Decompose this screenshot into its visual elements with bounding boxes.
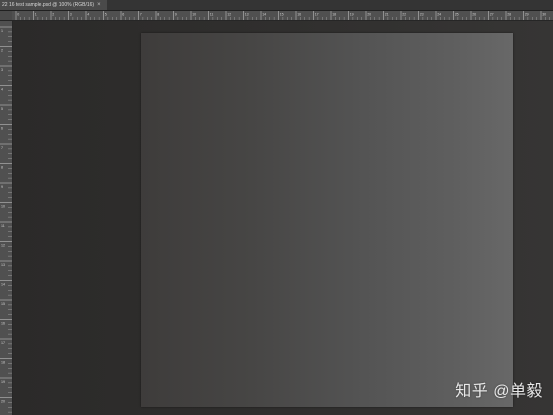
horizontal-ruler-ticks: 0 1 2 3 4 5 6 7 8 9 10 11 12 13 14 15 16 17 18 19 20 21 22 23 24… [15, 11, 550, 20]
ruler-label: 17 [315, 13, 319, 17]
ruler-label: 14 [262, 13, 266, 17]
vertical-ruler-ticks: 1234567891011121314151617181920 [0, 26, 12, 413]
ruler-label: 19 [1, 380, 5, 384]
ruler-label: 12 [1, 244, 5, 248]
ruler-label: 2 [52, 13, 54, 17]
ruler-label: 20 [367, 13, 371, 17]
ruler-label: 26 [472, 13, 476, 17]
ruler-label: 0 [17, 13, 19, 17]
ruler-label: 5 [105, 13, 107, 17]
document-tab-label: 22 16 test sample.psd @ 100% (RGB/16) [2, 2, 95, 8]
vertical-ruler[interactable]: 1 2 3 4 5 6 7 8 9 10 11 12 13 14 15 16 17 18 19 20 [0, 21, 13, 415]
ruler-label: 7 [1, 146, 3, 150]
ruler-label: 8 [157, 13, 159, 17]
ruler-label: 28 [507, 13, 511, 17]
ruler-label: 20 [1, 400, 5, 404]
ruler-label: 3 [1, 68, 3, 72]
ruler-label: 4 [1, 88, 3, 92]
ruler-label: 16 [297, 13, 301, 17]
document-tab-bar: 22 16 test sample.psd @ 100% (RGB/16) × [0, 0, 553, 11]
photoshop-workspace: 22 16 test sample.psd @ 100% (RGB/16) × … [0, 0, 553, 415]
ruler-label: 25 [455, 13, 459, 17]
document-tab[interactable]: 22 16 test sample.psd @ 100% (RGB/16) × [0, 0, 107, 10]
ruler-label: 11 [210, 13, 214, 17]
ruler-label: 18 [1, 361, 5, 365]
ruler-label: 21 [385, 13, 389, 17]
ruler-label: 16 [1, 322, 5, 326]
ruler-label: 27 [490, 13, 494, 17]
ruler-label: 22 [402, 13, 406, 17]
ruler-label: 2 [1, 49, 3, 53]
document-canvas[interactable] [141, 33, 513, 407]
ruler-label: 7 [140, 13, 142, 17]
ruler-label: 18 [332, 13, 336, 17]
ruler-label: 10 [1, 205, 5, 209]
ruler-label: 4 [87, 13, 89, 17]
ruler-label: 8 [1, 166, 3, 170]
ruler-label: 23 [420, 13, 424, 17]
watermark-text: 知乎 @单毅 [455, 383, 543, 400]
ruler-label: 6 [122, 13, 124, 17]
ruler-label: 24 [437, 13, 441, 17]
ruler-label: 3 [70, 13, 72, 17]
ruler-label: 14 [1, 283, 5, 287]
ruler-label: 9 [175, 13, 177, 17]
ruler-label: 11 [1, 224, 5, 228]
ruler-label: 10 [192, 13, 196, 17]
ruler-label: 6 [1, 127, 3, 131]
ruler-label: 15 [1, 302, 5, 306]
close-icon[interactable]: × [97, 0, 101, 10]
ruler-label: 29 [525, 13, 529, 17]
horizontal-ruler[interactable]: 0 1 2 3 4 5 6 7 8 9 10 11 12 13 14 15 16 17 18 19 20 21 22 23 24… [12, 11, 553, 21]
ruler-label: 5 [1, 107, 3, 111]
ruler-label: 12 [227, 13, 231, 17]
ruler-label: 17 [1, 341, 5, 345]
ruler-label: 1 [35, 13, 37, 17]
ruler-label: 13 [1, 263, 5, 267]
ruler-label: 13 [245, 13, 249, 17]
ruler-label: 15 [280, 13, 284, 17]
ruler-label: 9 [1, 185, 3, 189]
ruler-label: 30 [542, 13, 546, 17]
ruler-label: 19 [350, 13, 354, 17]
ruler-label: 1 [1, 29, 3, 33]
